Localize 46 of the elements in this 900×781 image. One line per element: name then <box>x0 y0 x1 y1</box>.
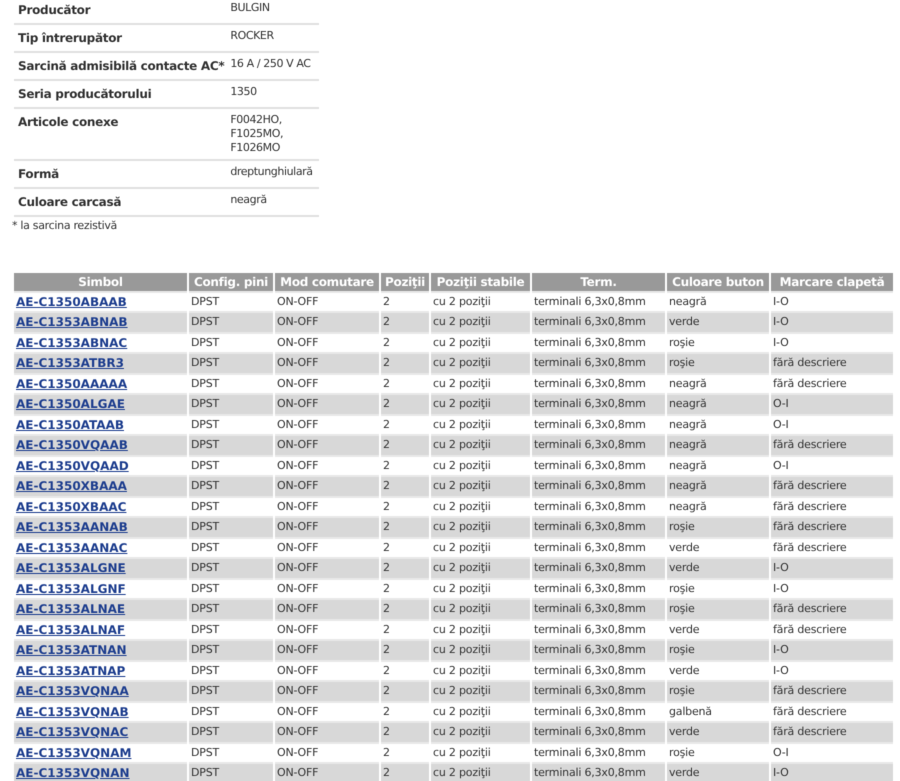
product-link[interactable]: AE-C1350VQAAB <box>16 438 128 452</box>
table-cell: ON-OFF <box>274 763 380 781</box>
product-link[interactable]: AE-C1350ALGAE <box>16 397 125 411</box>
table-cell: I-O <box>770 763 893 781</box>
spec-label: Formă <box>14 160 224 188</box>
spec-label: Tip întrerupător <box>14 24 224 52</box>
spec-value: F0042HO, F1025MO, F1026MO <box>224 108 319 160</box>
table-cell: verde <box>666 763 770 781</box>
product-link[interactable]: AE-C1353ALNAE <box>16 602 126 616</box>
product-link[interactable]: AE-C1353VQNAC <box>16 725 128 739</box>
product-link[interactable]: AE-C1353ATNAN <box>16 643 127 657</box>
spec-label: Sarcină admisibilă contacte AC* <box>14 52 224 80</box>
spec-value: neagră <box>224 188 319 216</box>
product-link[interactable]: AE-C1350ABAAB <box>16 294 127 308</box>
product-link[interactable]: AE-C1353ABNAB <box>16 315 128 329</box>
spec-value: 1350 <box>224 80 319 108</box>
spec-label: Seria producătorului <box>14 80 224 108</box>
product-link[interactable]: AE-C1350XBAAC <box>16 500 126 514</box>
table-cell: 2 <box>380 763 430 781</box>
spec-label: Articole conexe <box>14 108 224 160</box>
spec-label: Producător <box>14 0 224 24</box>
product-link[interactable]: AE-C1353AANAB <box>16 520 128 534</box>
product-link[interactable]: AE-C1353ALNAF <box>16 622 126 636</box>
product-link[interactable]: AE-C1350AAAAA <box>16 376 128 390</box>
spec-value: dreptunghiulară <box>224 160 319 188</box>
product-link[interactable]: AE-C1350ATAAB <box>16 418 124 432</box>
product-link[interactable]: AE-C1353VQNAB <box>16 704 129 718</box>
product-link[interactable]: AE-C1353VQNAN <box>16 766 130 780</box>
spec-value: BULGIN <box>224 0 319 24</box>
product-link[interactable]: AE-C1353ALGNE <box>16 561 126 575</box>
spec-value: 16 A / 250 V AC <box>224 52 319 80</box>
product-link[interactable]: AE-C1353ABNAC <box>16 336 128 350</box>
footnote: * la sarcina rezistivă <box>12 218 118 234</box>
product-link[interactable]: AE-C1353VQNAM <box>16 746 132 760</box>
product-link[interactable]: AE-C1353AANAC <box>16 540 128 554</box>
table-cell: cu 2 poziţii <box>430 763 531 781</box>
product-link[interactable]: AE-C1350XBAAA <box>16 479 127 493</box>
product-link[interactable]: AE-C1353ATNAP <box>16 664 126 678</box>
spec-label: Culoare carcasă <box>14 188 224 216</box>
table-cell: DPST <box>188 763 274 781</box>
product-link[interactable]: AE-C1353ALGNF <box>16 582 126 596</box>
product-link[interactable]: AE-C1353VQNAA <box>16 684 129 698</box>
table-cell: terminali 6,3x0,8mm <box>531 763 666 781</box>
product-link[interactable]: AE-C1353ATBR3 <box>16 356 124 370</box>
spec-value: ROCKER <box>224 24 319 52</box>
product-link[interactable]: AE-C1350VQAAD <box>16 458 129 472</box>
